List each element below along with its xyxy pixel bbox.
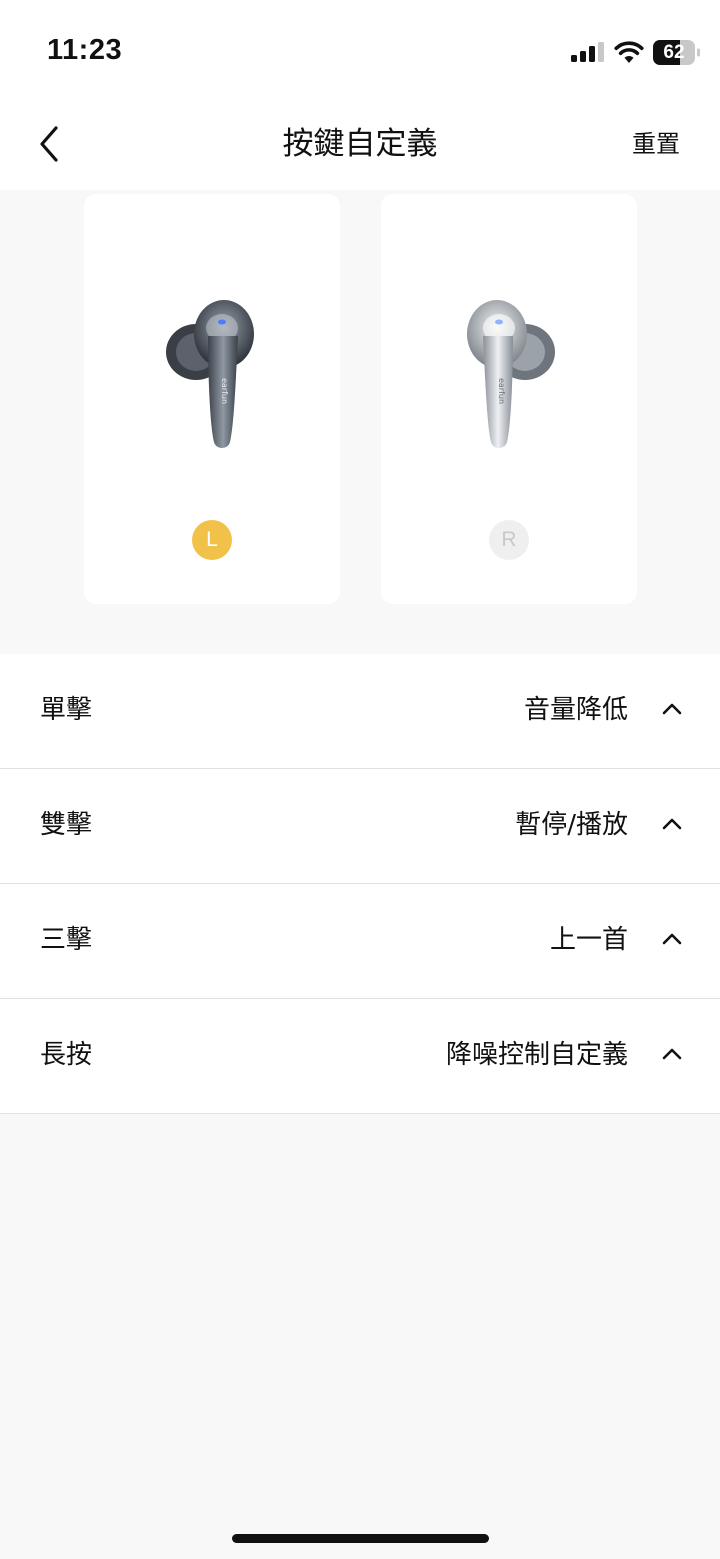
setting-label: 三擊 bbox=[40, 925, 93, 955]
chevron-up-icon[interactable] bbox=[660, 815, 684, 833]
setting-value: 降噪控制自定義 bbox=[445, 1040, 628, 1070]
setting-value: 音量降低 bbox=[523, 695, 628, 725]
setting-label: 單擊 bbox=[40, 695, 93, 725]
home-indicator[interactable] bbox=[232, 1534, 489, 1543]
right-side-badge: R bbox=[489, 520, 529, 560]
left-earbud-image: earfun bbox=[166, 300, 254, 448]
chevron-up-icon[interactable] bbox=[660, 1045, 684, 1063]
nav-bar: 按鍵自定義 重置 bbox=[0, 100, 720, 190]
svg-text:earfun: earfun bbox=[497, 378, 506, 404]
right-earbud-image: earfun bbox=[467, 300, 555, 448]
status-time: 11:23 bbox=[47, 34, 123, 66]
page-title: 按鍵自定義 bbox=[282, 126, 438, 162]
triple-tap-row[interactable]: 三擊 上一首 bbox=[0, 884, 720, 999]
left-earbud-card[interactable]: earfun L bbox=[84, 194, 340, 604]
status-bar: 11:23 62 bbox=[0, 0, 720, 100]
setting-label: 雙擊 bbox=[40, 810, 93, 840]
single-tap-row[interactable]: 單擊 音量降低 bbox=[0, 654, 720, 769]
setting-value: 暫停/播放 bbox=[515, 810, 628, 840]
long-press-row[interactable]: 長按 降噪控制自定義 bbox=[0, 999, 720, 1114]
chevron-up-icon[interactable] bbox=[660, 700, 684, 718]
setting-label: 長按 bbox=[40, 1040, 93, 1070]
control-settings-list: 單擊 音量降低 雙擊 暫停/播放 三擊 上一首 長按 降噪控制自定義 bbox=[0, 654, 720, 1114]
signal-icon bbox=[571, 42, 604, 62]
wifi-icon bbox=[614, 41, 644, 63]
chevron-up-icon[interactable] bbox=[660, 930, 684, 948]
double-tap-row[interactable]: 雙擊 暫停/播放 bbox=[0, 769, 720, 884]
setting-value: 上一首 bbox=[549, 925, 628, 955]
right-earbud-card[interactable]: earfun R bbox=[381, 194, 637, 604]
reset-button[interactable]: 重置 bbox=[632, 126, 680, 162]
earbud-selector: earfun L earfun R bbox=[0, 190, 720, 654]
left-side-badge: L bbox=[192, 520, 232, 560]
svg-text:earfun: earfun bbox=[220, 378, 229, 404]
battery-level: 62 bbox=[663, 42, 685, 63]
